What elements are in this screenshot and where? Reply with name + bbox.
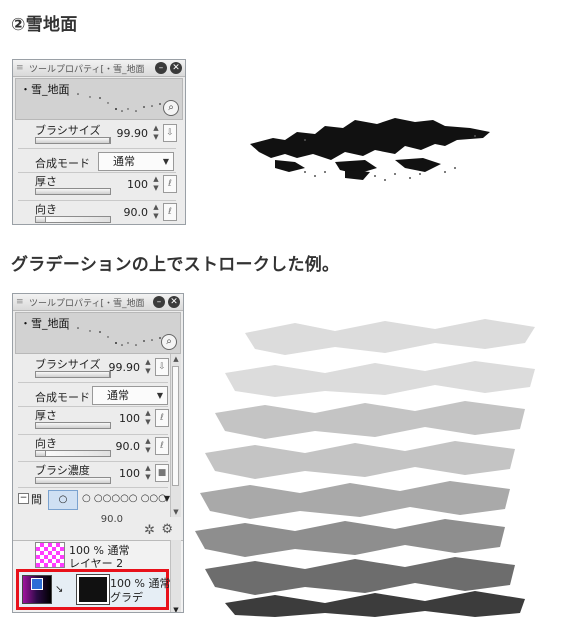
section2-heading: グラデーションの上でストロークした例。 bbox=[11, 255, 340, 275]
spin-icon[interactable]: ▲ ▼ bbox=[143, 464, 153, 482]
close-icon[interactable]: ✕ bbox=[168, 296, 180, 308]
brush-size-slider[interactable] bbox=[35, 137, 111, 144]
tool-property-panel-1: ≡ ツールプロパティ[・雪_地面 – ✕ ・雪_地面 ⌕ ブラシサイズ 99.9… bbox=[12, 59, 186, 225]
pressure-icon[interactable]: ℓ bbox=[155, 437, 169, 455]
blend-mode-value: 通常 bbox=[107, 389, 129, 402]
snow-stroke-example-1 bbox=[250, 118, 490, 181]
brush-stroke-preview bbox=[59, 326, 161, 346]
brush-stroke-preview bbox=[59, 92, 161, 112]
spin-icon[interactable]: ▲ ▼ bbox=[143, 358, 153, 376]
brush-size-value[interactable]: 99.90 bbox=[108, 127, 149, 140]
panel-title: ツールプロパティ[・雪_地面 bbox=[29, 65, 145, 75]
layer-mask-thumbnail[interactable] bbox=[76, 574, 110, 605]
section1-heading: ②雪地面 bbox=[11, 15, 78, 35]
blend-mode-label: 合成モード bbox=[35, 391, 90, 404]
direction-value[interactable]: 90.0 bbox=[108, 206, 149, 219]
blend-mode-label: 合成モード bbox=[35, 157, 90, 170]
pressure-icon[interactable]: ℓ bbox=[163, 175, 177, 193]
interval-row[interactable]: − 間 ○ ○ ○○○○○ ○○○ ▼ bbox=[18, 490, 170, 512]
interval-options[interactable]: ○ ○○○○○ ○○○ bbox=[82, 493, 167, 504]
blend-mode-select[interactable]: 通常 ▼ bbox=[98, 152, 174, 171]
spin-icon[interactable]: ▲ ▼ bbox=[143, 409, 153, 427]
scroll-down-icon[interactable]: ▼ bbox=[171, 507, 181, 517]
grip-icon: ≡ bbox=[16, 297, 24, 307]
minimize-icon[interactable]: – bbox=[155, 62, 167, 74]
panel-titlebar[interactable]: ≡ ツールプロパティ[・雪_地面 – ✕ bbox=[13, 60, 185, 77]
scroll-up-icon[interactable]: ▲ bbox=[171, 354, 181, 364]
magnifier-icon[interactable]: ⌕ bbox=[163, 100, 179, 116]
brush-size-label: ブラシサイズ bbox=[35, 358, 101, 371]
pressure-icon[interactable]: ℓ bbox=[163, 203, 177, 221]
panel-title: ツールプロパティ[・雪_地面 bbox=[29, 299, 145, 309]
spin-icon[interactable]: ▲ ▼ bbox=[151, 203, 161, 221]
brush-size-row[interactable]: ブラシサイズ 99.90 ▲ ▼ ⇩ bbox=[18, 355, 170, 382]
blend-mode-value: 通常 bbox=[113, 155, 135, 168]
direction-slider[interactable] bbox=[35, 216, 111, 223]
brush-density-label: ブラシ濃度 bbox=[35, 464, 90, 477]
magnifier-icon[interactable]: ⌕ bbox=[161, 334, 177, 350]
layer-scrollbar[interactable]: ▼ bbox=[170, 540, 181, 612]
blend-mode-select[interactable]: 通常 ▼ bbox=[92, 386, 168, 405]
interval-label: 間 bbox=[31, 493, 42, 506]
brush-preview[interactable]: ・雪_地面 ⌕ bbox=[15, 312, 181, 354]
thickness-value[interactable]: 100 bbox=[100, 412, 140, 425]
brush-density-value[interactable]: 100 bbox=[100, 467, 140, 480]
collapse-icon[interactable]: − bbox=[18, 493, 29, 504]
wrench-icon[interactable]: ⚙ bbox=[161, 522, 173, 537]
layer-name: グラデ bbox=[110, 591, 143, 604]
close-icon[interactable]: ✕ bbox=[170, 62, 182, 74]
thickness-row[interactable]: 厚さ 100 ▲ ▼ ℓ bbox=[18, 406, 170, 433]
tool-property-panel-2: ≡ ツールプロパティ[・雪_地面 – ✕ ・雪_地面 ⌕ ブラシサイズ 99.9… bbox=[12, 293, 184, 613]
thickness-value[interactable]: 100 bbox=[108, 178, 148, 191]
pressure-icon[interactable]: ⇩ bbox=[155, 358, 169, 376]
direction-label: 向き bbox=[35, 203, 57, 216]
direction-value[interactable]: 90.0 bbox=[100, 440, 141, 453]
settings-icon[interactable]: ✲ bbox=[144, 523, 155, 538]
thickness-slider[interactable] bbox=[35, 188, 111, 195]
panel-titlebar[interactable]: ≡ ツールプロパティ[・雪_地面 – ✕ bbox=[13, 294, 183, 311]
scroll-down-icon[interactable]: ▼ bbox=[171, 606, 181, 612]
brush-size-value[interactable]: 99.90 bbox=[100, 361, 141, 374]
direction-row[interactable]: 向き 90.0 ▲ ▼ ℓ bbox=[18, 200, 178, 224]
thickness-row[interactable]: 厚さ 100 ▲ ▼ ℓ bbox=[18, 172, 178, 199]
spin-icon[interactable]: ▲ ▼ bbox=[143, 437, 153, 455]
thickness-label: 厚さ bbox=[35, 409, 57, 422]
layer-thumbnail-checker bbox=[35, 542, 65, 568]
caret-icon: ▼ bbox=[156, 391, 163, 400]
panel-scrollbar[interactable]: ▲ ▼ bbox=[170, 354, 181, 517]
stop-icon[interactable]: ■ bbox=[155, 464, 169, 482]
spin-icon[interactable]: ▲ ▼ bbox=[151, 175, 161, 193]
caret-icon: ▼ bbox=[162, 157, 169, 166]
direction-row[interactable]: 向き 90.0 ▲ ▼ ℓ bbox=[18, 434, 170, 461]
thickness-label: 厚さ bbox=[35, 175, 57, 188]
brush-density-row[interactable]: ブラシ濃度 100 ▲ ▼ ■ bbox=[18, 461, 170, 488]
pressure-icon[interactable]: ⇩ bbox=[163, 124, 177, 142]
link-icon: ↘ bbox=[55, 584, 64, 595]
brush-size-label: ブラシサイズ bbox=[35, 124, 101, 137]
selected-layer-gradient[interactable]: ↘ 100 % 通常 グラデ bbox=[16, 569, 170, 610]
pressure-icon[interactable]: ℓ bbox=[155, 409, 169, 427]
spin-icon[interactable]: ▲ ▼ bbox=[151, 124, 161, 142]
layer-thumbnail-gradient bbox=[22, 575, 52, 604]
snow-on-gradient-example bbox=[195, 319, 535, 617]
scroll-thumb[interactable] bbox=[172, 366, 179, 486]
brush-size-row[interactable]: ブラシサイズ 99.90 ▲ ▼ ⇩ bbox=[18, 121, 178, 148]
direction-label: 向き bbox=[35, 437, 57, 450]
minimize-icon[interactable]: – bbox=[153, 296, 165, 308]
interval-partial-value: 90.0 bbox=[100, 514, 123, 522]
brush-preview[interactable]: ・雪_地面 ⌕ bbox=[15, 78, 183, 120]
interval-selected-option[interactable]: ○ bbox=[48, 490, 78, 510]
grip-icon: ≡ bbox=[16, 63, 24, 73]
